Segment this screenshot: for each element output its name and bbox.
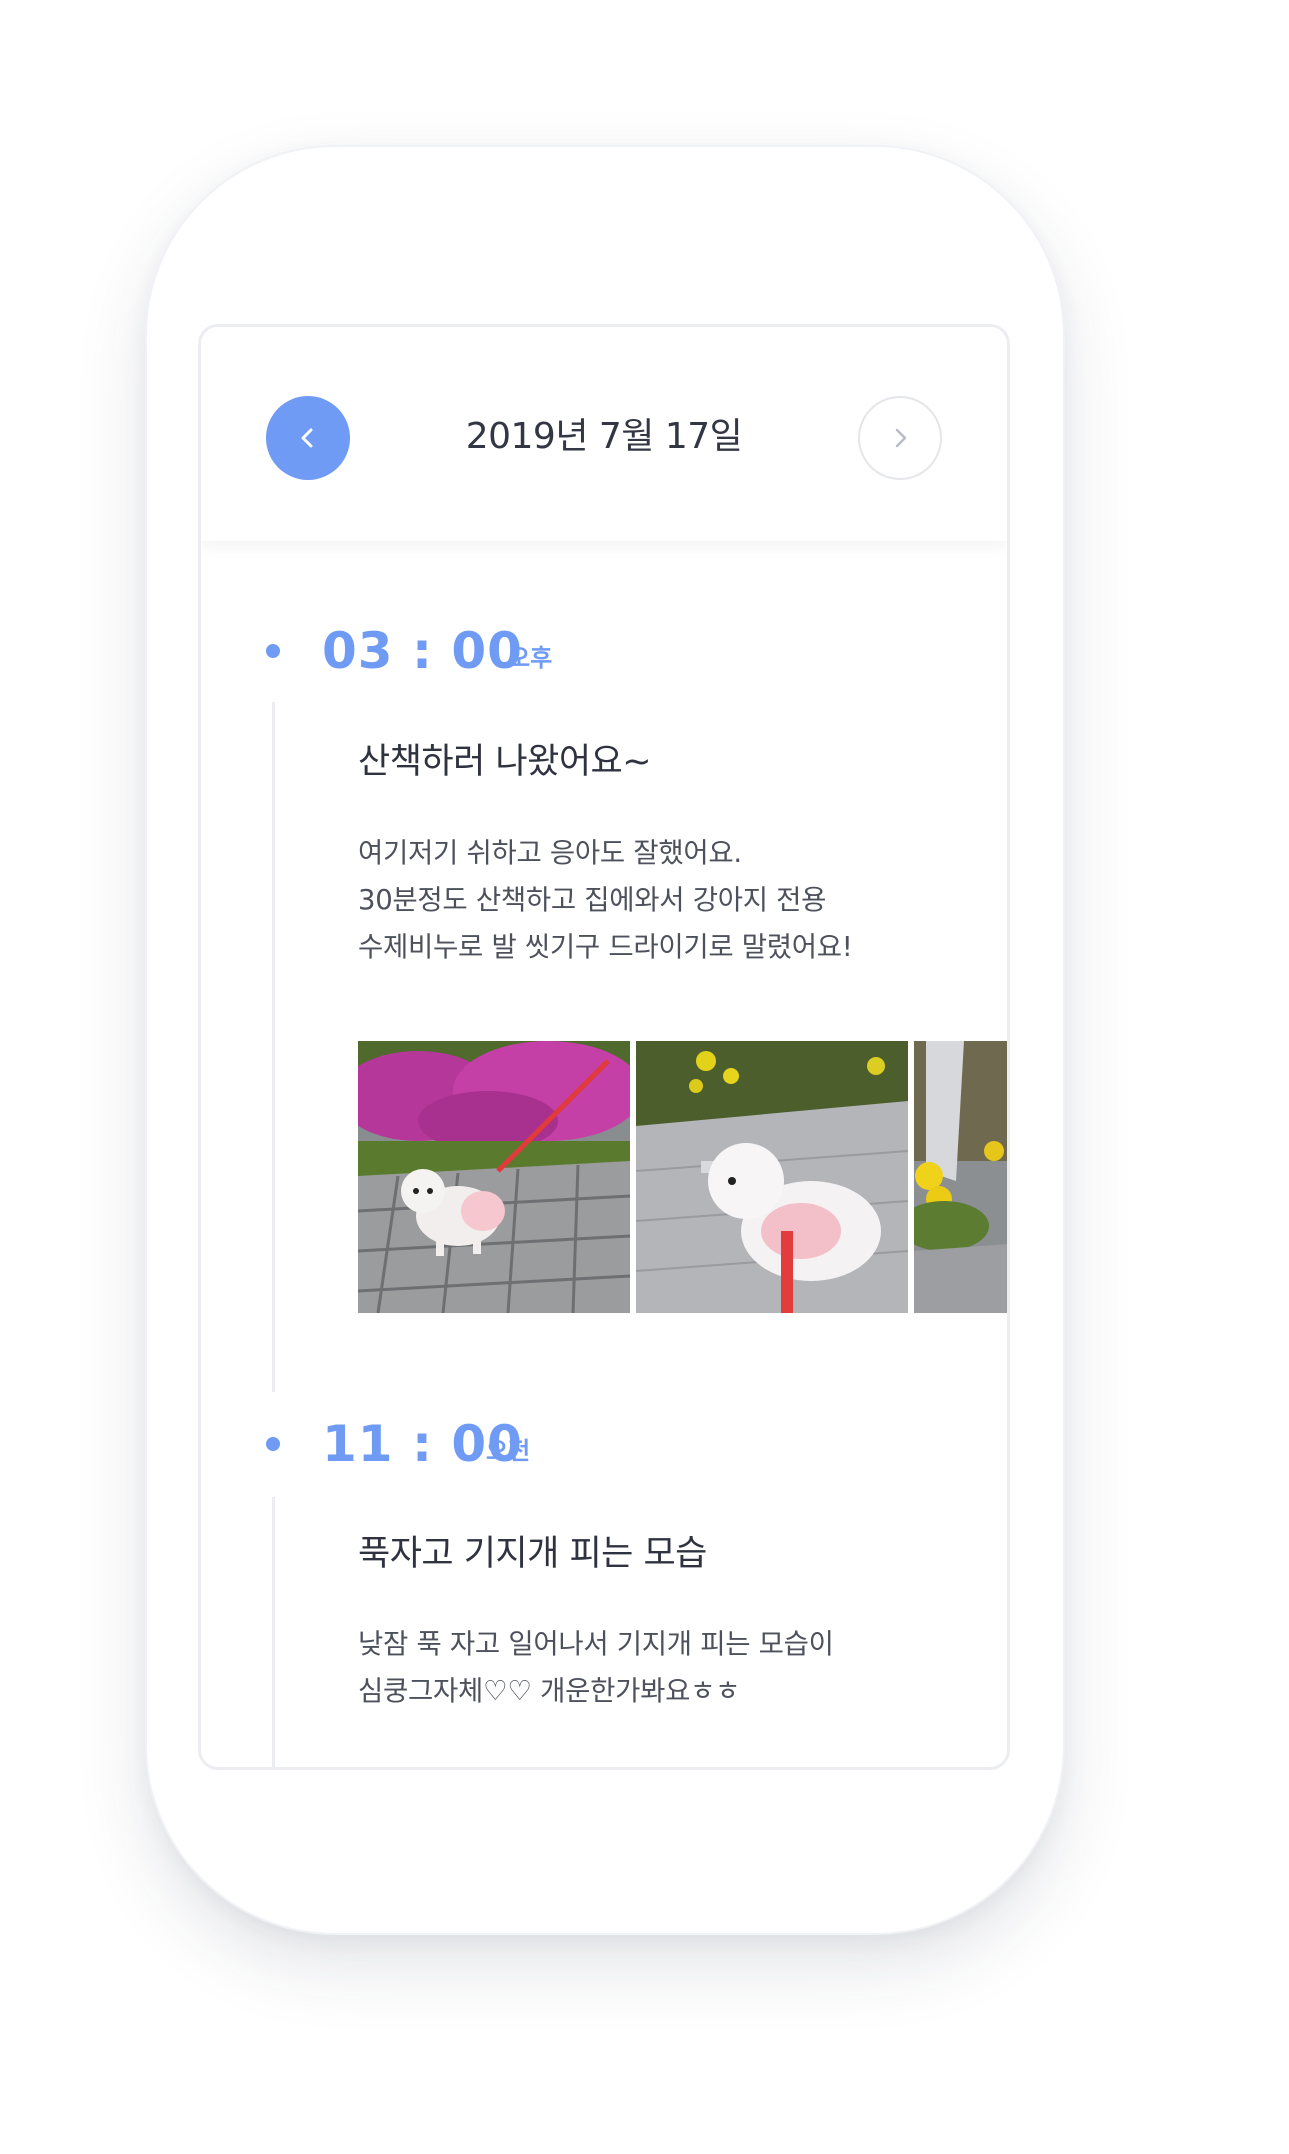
entry-body-line: 30분정도 산책하고 집에와서 강아지 전용 bbox=[358, 884, 827, 916]
diary-screen: 2019년 7월 17일 03 : 00 오후 산책하러 나왔어요~ 여기저기 … bbox=[198, 324, 1010, 1770]
timeline-dot bbox=[266, 644, 280, 658]
next-day-button[interactable] bbox=[858, 396, 942, 480]
entry-title: 산책하러 나왔어요~ bbox=[358, 742, 652, 782]
timeline-line bbox=[272, 1497, 275, 1767]
entry-time: 03 : 00 bbox=[322, 622, 523, 680]
flowers-photo[interactable] bbox=[914, 1041, 1007, 1313]
entry-body-line: 심쿵그자체♡♡ 개운한가봐요ㅎㅎ bbox=[358, 1675, 741, 1707]
entry-ampm: 오후 bbox=[508, 644, 553, 672]
timeline-line bbox=[272, 702, 275, 1392]
entry-ampm: 오전 bbox=[486, 1437, 531, 1465]
entry-body-line: 수제비누로 발 씻기구 드라이기로 말렸어요! bbox=[358, 931, 853, 963]
chevron-right-icon bbox=[895, 428, 907, 448]
entry-body: 여기저기 쉬하고 응아도 잘했어요. 30분정도 산책하고 집에와서 강아지 전… bbox=[358, 830, 958, 971]
entry-title: 푹자고 기지개 피는 모습 bbox=[358, 1534, 707, 1574]
date-header: 2019년 7월 17일 bbox=[201, 327, 1007, 541]
entry-body-line: 여기저기 쉬하고 응아도 잘했어요. bbox=[358, 837, 742, 869]
photo-strip[interactable] bbox=[358, 1041, 1007, 1313]
entry-body: 낮잠 푹 자고 일어나서 기지개 피는 모습이 심쿵그자체♡♡ 개운한가봐요ㅎㅎ bbox=[358, 1621, 958, 1715]
dog-walkway-photo[interactable] bbox=[636, 1041, 908, 1313]
dog-azalea-photo[interactable] bbox=[358, 1041, 630, 1313]
timeline-dot bbox=[266, 1437, 280, 1451]
entry-body-line: 낮잠 푹 자고 일어나서 기지개 피는 모습이 bbox=[358, 1628, 834, 1660]
